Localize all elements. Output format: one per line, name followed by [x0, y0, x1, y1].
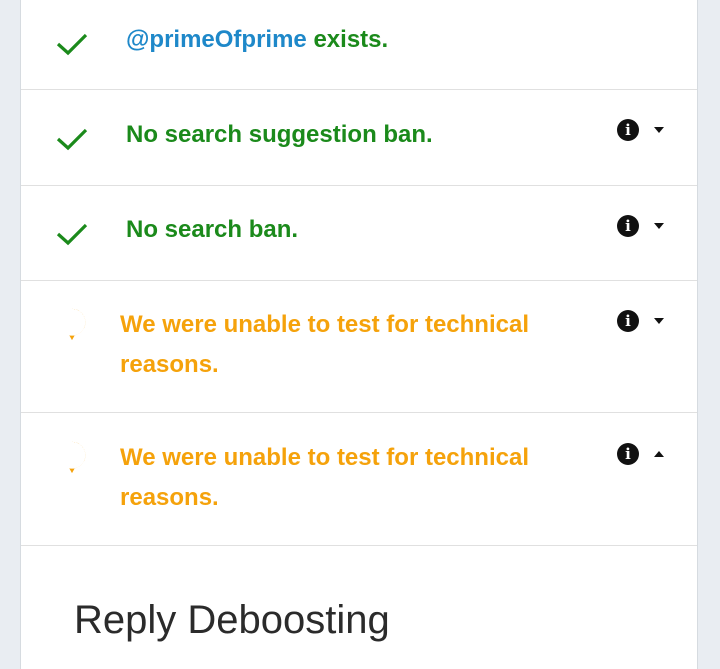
- result-text: No search suggestion ban.: [126, 121, 433, 148]
- result-row-unable-to-test-expanded: We were unable to test for technical rea…: [21, 413, 697, 546]
- info-icon[interactable]: i: [617, 215, 639, 237]
- result-row-unable-to-test: We were unable to test for technical rea…: [21, 281, 697, 413]
- caret-up-icon[interactable]: [653, 448, 665, 460]
- caret-down-icon[interactable]: [653, 315, 665, 327]
- result-text: We were unable to test for technical rea…: [120, 311, 529, 378]
- question-bubble-icon: [65, 308, 86, 341]
- checkmark-icon: [56, 223, 88, 246]
- info-icon[interactable]: i: [617, 443, 639, 465]
- info-icon[interactable]: i: [617, 119, 639, 141]
- result-row-search-suggestion: No search suggestion ban. i: [21, 90, 697, 186]
- result-text: We were unable to test for technical rea…: [120, 444, 529, 511]
- checkmark-icon: [56, 128, 88, 151]
- caret-down-icon[interactable]: [653, 124, 665, 136]
- section-title: Reply Deboosting: [74, 598, 390, 642]
- result-suffix: exists.: [306, 26, 389, 53]
- results-panel: @primeOfprime exists. No search suggesti…: [20, 0, 698, 669]
- result-text: @primeOfprime exists.: [126, 20, 566, 60]
- caret-down-icon[interactable]: [653, 220, 665, 232]
- account-handle[interactable]: @primeOfprime: [126, 26, 307, 53]
- result-row-search-ban: No search ban. i: [21, 186, 697, 281]
- result-row-account-exists: @primeOfprime exists.: [21, 0, 697, 90]
- question-bubble-icon: [65, 441, 86, 474]
- checkmark-icon: [56, 33, 88, 56]
- result-text: No search ban.: [126, 216, 299, 243]
- info-icon[interactable]: i: [617, 310, 639, 332]
